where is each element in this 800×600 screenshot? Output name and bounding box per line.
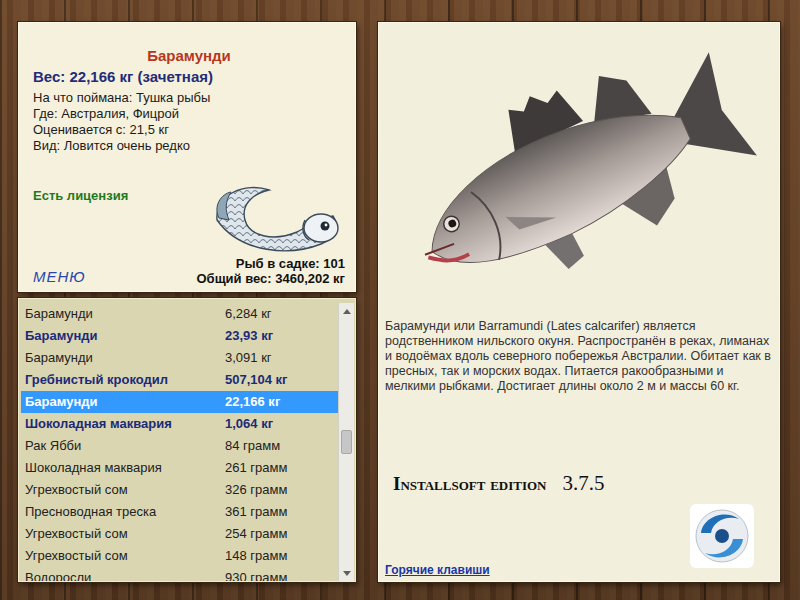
fish-name: Барамунди [25,326,225,346]
detail-line: Оценивается с: 21,5 кг [33,122,345,138]
catch-row-content: Рак Ябби84 грамм [25,436,334,456]
fish-name: Шоколадная маквария [25,458,225,478]
catch-info-panel: Барамунди Вес: 22,166 кг (зачетная) На ч… [18,22,356,292]
fish-name: Угрехвостый сом [25,480,225,500]
catch-row[interactable]: Водоросли930 грамм [21,567,338,581]
fish-weight: 254 грамм [225,524,334,544]
left-column: Барамунди Вес: 22,166 кг (зачетная) На ч… [18,22,356,582]
catch-row[interactable]: Барамунди22,166 кг [21,391,338,413]
info-bottom: Есть лицензия МЕНЮ [33,180,345,286]
fish-emblem-icon [211,180,345,256]
catch-row[interactable]: Барамунди3,091 кг [21,347,338,369]
scroll-track[interactable] [339,319,354,565]
bottom-line: Горячие клавиши [385,503,771,577]
fish-weight: Вес: 22,166 кг (зачетная) [33,68,345,86]
fish-weight: 930 грамм [225,568,334,581]
catch-list-panel: Барамунди6,284 кгБарамунди23,93 кгБараму… [18,298,356,582]
detail-line: Вид: Ловится очень редко [33,138,345,154]
catch-row[interactable]: Угрехвостый сом148 грамм [21,545,338,567]
keepnet-total: Общий вес: 3460,202 кг [196,271,345,286]
catch-list: Барамунди6,284 кгБарамунди23,93 кгБараму… [21,303,338,581]
catch-row[interactable]: Шоколадная маквария1,064 кг [21,413,338,435]
catch-row-content: Барамунди22,166 кг [25,392,334,412]
fish-weight: 6,284 кг [225,304,334,324]
catch-row[interactable]: Рак Ябби84 грамм [21,435,338,457]
scroll-up-button[interactable] [339,303,354,319]
fish-card: Барамунди или Barramundi (Lates calcarif… [378,22,780,582]
edition-version: 3.7.5 [563,468,605,500]
info-left: Есть лицензия МЕНЮ [33,180,196,286]
catch-row-content: Угрехвостый сом148 грамм [25,546,334,566]
license-status: Есть лицензия [33,188,196,204]
fish-name: Барамунди [25,392,225,412]
detail-line: Где: Австралия, Фицрой [33,106,345,122]
keepnet-count: Рыб в садке: 101 [236,256,345,271]
menu-link[interactable]: МЕНЮ [33,268,196,286]
barramundi-fish-icon [385,30,771,298]
scroll-space-before [339,319,354,430]
catch-row-content: Шоколадная маквария1,064 кг [25,414,334,434]
scroll-down-button[interactable] [339,565,354,581]
fish-name: Барамунди [25,304,225,324]
fish-weight: 84 грамм [225,436,334,456]
detail-line: На что поймана: Тушка рыбы [33,90,345,106]
catch-row-content: Угрехвостый сом254 грамм [25,524,334,544]
fish-weight: 23,93 кг [225,326,334,346]
catch-row-content: Барамунди6,284 кг [25,304,334,324]
catch-row-content: Гребнистый крокодил507,104 кг [25,370,334,390]
hotkeys-link[interactable]: Горячие клавиши [385,563,490,577]
catch-row-content: Пресноводная треска361 грамм [25,502,334,522]
fish-name: Барамунди [25,348,225,368]
catch-row-content: Водоросли930 грамм [25,568,334,581]
fish-name: Водоросли [25,568,225,581]
catch-row-content: Угрехвостый сом326 грамм [25,480,334,500]
fish-name: Угрехвостый сом [25,524,225,544]
fish-picture [385,29,771,299]
fish-name: Рак Ябби [25,436,225,456]
scroll-thumb[interactable] [341,430,352,454]
fish-description: Барамунди или Barramundi (Lates calcarif… [385,319,771,394]
catch-row[interactable]: Угрехвостый сом254 грамм [21,523,338,545]
fish-weight: 22,166 кг [225,392,334,412]
arrow-down-icon [343,571,351,576]
fish-weight: 261 грамм [225,458,334,478]
fish-weight: 148 грамм [225,546,334,566]
fish-name: Угрехвостый сом [25,546,225,566]
details-list: На что поймана: Тушка рыбыГде: Австралия… [33,90,345,154]
fish-weight: 326 грамм [225,480,334,500]
edition-line: Installsoft edition 3.7.5 [385,468,771,500]
fish-title: Барамунди [33,47,345,65]
fish-weight: 507,104 кг [225,370,334,390]
fish-name: Шоколадная маквария [25,414,225,434]
fish-name: Пресноводная треска [25,502,225,522]
catch-row-content: Барамунди3,091 кг [25,348,334,368]
info-right: Рыб в садке: 101 Общий вес: 3460,202 кг [196,180,345,286]
fish-weight: 1,064 кг [225,414,334,434]
catch-row[interactable]: Гребнистый крокодил507,104 кг [21,369,338,391]
catch-row[interactable]: Барамунди6,284 кг [21,303,338,325]
installsoft-logo-icon [689,503,755,569]
edition-name: Installsoft edition [393,470,547,499]
game-screen: Барамунди Вес: 22,166 кг (зачетная) На ч… [0,0,800,600]
catch-row-content: Барамунди23,93 кг [25,326,334,346]
catch-row-content: Шоколадная маквария261 грамм [25,458,334,478]
catch-row[interactable]: Угрехвостый сом326 грамм [21,479,338,501]
catch-row[interactable]: Барамунди23,93 кг [21,325,338,347]
arrow-up-icon [343,309,351,314]
fish-name: Гребнистый крокодил [25,370,225,390]
catch-row[interactable]: Пресноводная треска361 грамм [21,501,338,523]
scrollbar[interactable] [338,303,354,581]
fish-weight: 361 грамм [225,502,334,522]
catch-row[interactable]: Шоколадная маквария261 грамм [21,457,338,479]
scroll-space-after [339,454,354,565]
fish-weight: 3,091 кг [225,348,334,368]
